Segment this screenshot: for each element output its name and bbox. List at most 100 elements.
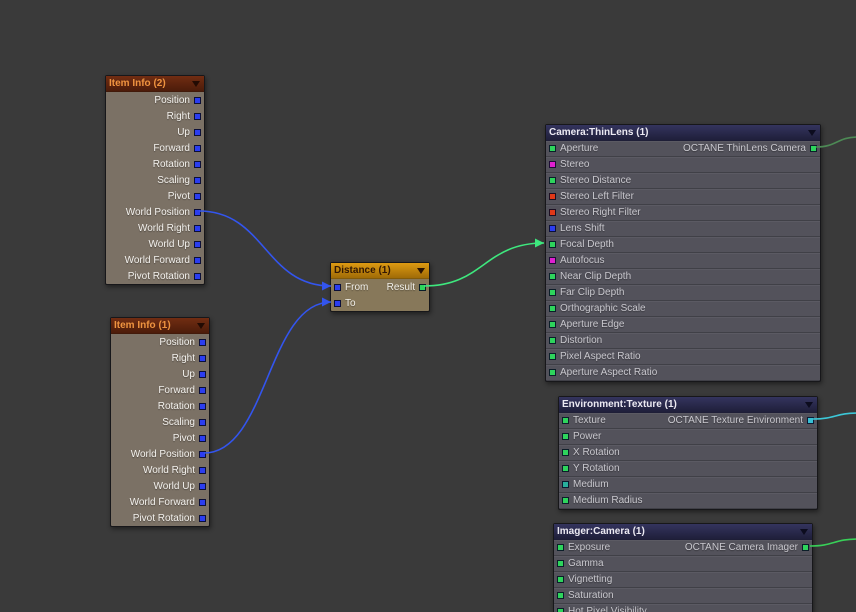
node-row: Forward — [106, 140, 204, 156]
wire-environment-texture-1-octane-texture-environment[interactable] — [812, 412, 856, 420]
port-hot-pixel-visibility-input[interactable] — [557, 608, 564, 612]
dropdown-arrow-icon[interactable] — [808, 129, 816, 136]
node-header-item-info-2[interactable]: Item Info (2) — [106, 76, 204, 92]
port-stereo-right-filter-input[interactable] — [549, 209, 556, 216]
port-world-up-output[interactable] — [194, 240, 201, 248]
port-octane-camera-imager-output[interactable] — [802, 544, 809, 551]
port-world-right-output[interactable] — [199, 466, 206, 474]
port-pivot-output[interactable] — [194, 192, 201, 200]
wire-item-info-1-world-position[interactable] — [203, 297, 332, 454]
port-up-output[interactable] — [199, 370, 206, 378]
port-medium-radius-input[interactable] — [562, 497, 569, 504]
port-from-input[interactable] — [334, 283, 341, 291]
port-far-clip-depth-input[interactable] — [549, 289, 556, 296]
port-world-position-output[interactable] — [199, 450, 206, 458]
port-power-input[interactable] — [562, 433, 569, 440]
node-title: Environment:Texture (1) — [562, 399, 677, 410]
node-item-info-2[interactable]: Item Info (2) Position Right Up Forward Rotat… — [105, 75, 205, 285]
node-row: World Up — [111, 478, 209, 494]
dropdown-arrow-icon[interactable] — [192, 80, 200, 87]
node-header-imager-camera-1[interactable]: Imager:Camera (1) — [554, 524, 812, 540]
input-label: Distortion — [560, 335, 603, 346]
input-label: Pixel Aspect Ratio — [560, 351, 641, 362]
input-label: Medium — [573, 479, 609, 490]
port-right-output[interactable] — [199, 354, 206, 362]
port-pixel-aspect-ratio-input[interactable] — [549, 353, 556, 360]
node-header-item-info-1[interactable]: Item Info (1) — [111, 318, 209, 334]
port-scaling-output[interactable] — [199, 418, 206, 426]
node-row: Aperture Edge — [546, 317, 820, 333]
node-row: Up — [106, 124, 204, 140]
node-environment-texture-1[interactable]: Environment:Texture (1) Texture OCTANE Tex… — [558, 396, 818, 510]
port-near-clip-depth-input[interactable] — [549, 273, 556, 280]
port-world-forward-output[interactable] — [199, 498, 206, 506]
port-result-output[interactable] — [419, 283, 426, 291]
port-distortion-input[interactable] — [549, 337, 556, 344]
input-label: Orthographic Scale — [560, 303, 646, 314]
port-octane-texture-environment-output[interactable] — [807, 417, 814, 424]
input-label: Stereo Left Filter — [560, 191, 634, 202]
port-pivot-output[interactable] — [199, 434, 206, 442]
dropdown-arrow-icon[interactable] — [197, 322, 205, 329]
port-world-forward-output[interactable] — [194, 256, 201, 264]
port-medium-input[interactable] — [562, 481, 569, 488]
port-to-input[interactable] — [334, 299, 341, 307]
port-texture-input[interactable] — [562, 417, 569, 424]
wire-item-info-2-world-position[interactable] — [198, 210, 332, 291]
port-forward-output[interactable] — [199, 386, 206, 394]
port-stereo-left-filter-input[interactable] — [549, 193, 556, 200]
port-world-right-output[interactable] — [194, 224, 201, 232]
wire-camera-thinlens-1-octane-thinlens-camera[interactable] — [815, 136, 856, 148]
node-row: Power — [559, 429, 817, 445]
port-stereo-distance-input[interactable] — [549, 177, 556, 184]
port-x-rotation-input[interactable] — [562, 449, 569, 456]
output-label: World Forward — [129, 496, 195, 508]
wire-imager-camera-1-octane-camera-imager[interactable] — [809, 538, 856, 547]
port-rotation-output[interactable] — [199, 402, 206, 410]
port-scaling-output[interactable] — [194, 176, 201, 184]
port-forward-output[interactable] — [194, 144, 201, 152]
port-up-output[interactable] — [194, 128, 201, 136]
node-camera-thinlens-1[interactable]: Camera:ThinLens (1) Aperture OCTANE ThinLe… — [545, 124, 821, 382]
node-header-environment-texture-1[interactable]: Environment:Texture (1) — [559, 397, 817, 413]
port-rotation-output[interactable] — [194, 160, 201, 168]
port-focal-depth-input[interactable] — [549, 241, 556, 248]
port-saturation-input[interactable] — [557, 592, 564, 599]
node-distance-1[interactable]: Distance (1) From Result To — [330, 262, 430, 312]
node-row: Aperture Aspect Ratio — [546, 365, 820, 381]
node-header-distance-1[interactable]: Distance (1) — [331, 263, 429, 279]
node-item-info-1[interactable]: Item Info (1) Position Right Up Forward Rotat… — [110, 317, 210, 527]
port-world-position-output[interactable] — [194, 208, 201, 216]
port-aperture-aspect-ratio-input[interactable] — [549, 369, 556, 376]
port-pivot-rotation-output[interactable] — [194, 272, 201, 280]
wire-distance-1-result[interactable] — [423, 238, 545, 287]
port-exposure-input[interactable] — [557, 544, 564, 551]
port-position-output[interactable] — [194, 96, 201, 104]
node-row: Autofocus — [546, 253, 820, 269]
node-graph-canvas[interactable]: Item Info (2) Position Right Up Forward Rotat… — [0, 0, 856, 612]
node-header-camera-thinlens-1[interactable]: Camera:ThinLens (1) — [546, 125, 820, 141]
port-autofocus-input[interactable] — [549, 257, 556, 264]
port-stereo-input[interactable] — [549, 161, 556, 168]
port-aperture-edge-input[interactable] — [549, 321, 556, 328]
port-right-output[interactable] — [194, 112, 201, 120]
port-position-output[interactable] — [199, 338, 206, 346]
port-octane-thinlens-camera-output[interactable] — [810, 145, 817, 152]
dropdown-arrow-icon[interactable] — [805, 401, 813, 408]
port-orthographic-scale-input[interactable] — [549, 305, 556, 312]
port-y-rotation-input[interactable] — [562, 465, 569, 472]
port-aperture-input[interactable] — [549, 145, 556, 152]
dropdown-arrow-icon[interactable] — [417, 267, 425, 274]
output-label: Rotation — [152, 158, 190, 170]
port-vignetting-input[interactable] — [557, 576, 564, 583]
node-row: Right — [111, 350, 209, 366]
dropdown-arrow-icon[interactable] — [800, 528, 808, 535]
node-row: World Position — [111, 446, 209, 462]
node-row: World Forward — [111, 494, 209, 510]
output-label: Up — [182, 368, 195, 380]
port-world-up-output[interactable] — [199, 482, 206, 490]
node-imager-camera-1[interactable]: Imager:Camera (1) Exposure OCTANE Camera I… — [553, 523, 813, 612]
port-pivot-rotation-output[interactable] — [199, 514, 206, 522]
port-lens-shift-input[interactable] — [549, 225, 556, 232]
port-gamma-input[interactable] — [557, 560, 564, 567]
